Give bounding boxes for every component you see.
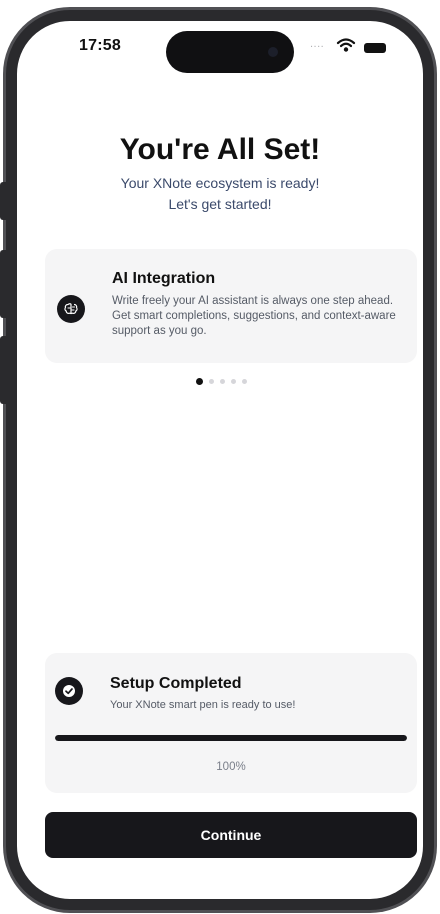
progress-label: 100%: [216, 761, 246, 773]
page-subtitle: Your XNote ecosystem is ready! Let's get…: [17, 173, 423, 215]
app-screen: 17:58 .... You're All Set! Your XNote ec…: [17, 21, 423, 899]
signal-icon: ....: [310, 38, 325, 50]
pagination-dot[interactable]: [231, 378, 236, 384]
wifi-icon: [336, 38, 356, 52]
setup-status-card: Setup Completed Your XNote smart pen is …: [45, 653, 417, 793]
brain-icon: [57, 295, 85, 323]
pagination-dot-active[interactable]: [196, 377, 203, 385]
pagination-dot[interactable]: [209, 378, 214, 384]
check-circle-icon: [55, 677, 83, 705]
progress-fill: [55, 735, 407, 741]
page-title: You're All Set!: [119, 133, 321, 166]
pagination-dot[interactable]: [220, 378, 225, 384]
camera-icon: [268, 47, 278, 57]
feature-title: AI Integration: [112, 270, 216, 287]
dynamic-island: [166, 31, 294, 73]
subtitle-line-2: Let's get started!: [168, 196, 272, 212]
setup-title: Setup Completed: [110, 675, 242, 692]
battery-icon: [364, 43, 386, 53]
phone-side-button: [0, 182, 8, 220]
feature-card[interactable]: AI Integration Write freely your AI assi…: [45, 249, 417, 363]
subtitle-line-1: Your XNote ecosystem is ready!: [120, 175, 320, 191]
volume-down-button: [0, 336, 8, 404]
volume-up-button: [0, 250, 8, 318]
pagination-dot[interactable]: [242, 378, 247, 384]
status-bar: 17:58 ....: [17, 21, 423, 77]
setup-description: Your XNote smart pen is ready to use!: [110, 699, 296, 711]
status-time: 17:58: [79, 37, 121, 54]
feature-description: Write freely your AI assistant is always…: [112, 295, 396, 337]
progress-bar: [55, 735, 407, 741]
carousel-pagination: [196, 376, 247, 386]
continue-button[interactable]: Continue: [45, 812, 417, 858]
